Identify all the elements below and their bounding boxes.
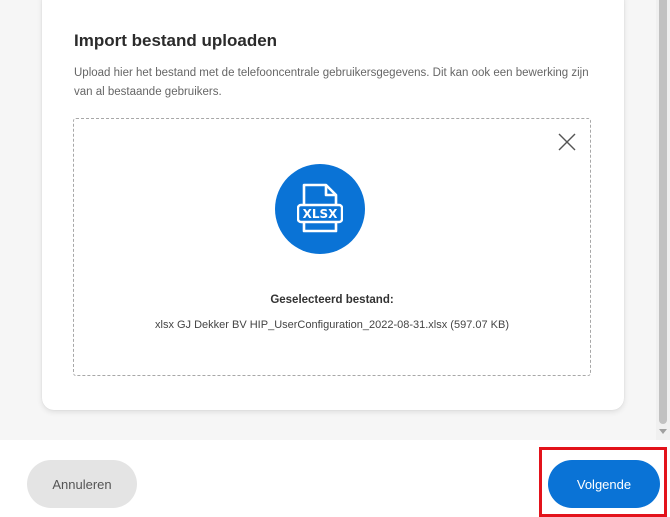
cancel-button[interactable]: Annuleren [27, 460, 137, 508]
xlsx-file-icon: XLSX [297, 183, 343, 233]
card-title: Import bestand uploaden [74, 31, 278, 50]
dialog-footer: Annuleren Volgende [0, 440, 670, 517]
vertical-scrollbar[interactable] [656, 0, 670, 440]
card-description: Upload hier het bestand met de telefoonc… [74, 67, 589, 98]
scrollbar-thumb[interactable] [659, 0, 667, 424]
selected-file-label: Geselecteerd bestand: [270, 294, 394, 306]
file-type-label: XLSX [303, 207, 339, 221]
dialog-scroll-area: Import bestand uploaden Upload hier het … [0, 0, 656, 440]
file-icon-circle: XLSX [275, 164, 365, 254]
remove-file-button[interactable] [554, 129, 580, 155]
selected-file-name: xlsx GJ Dekker BV HIP_UserConfiguration_… [155, 319, 509, 331]
next-button[interactable]: Volgende [548, 460, 660, 508]
upload-card: Import bestand uploaden Upload hier het … [42, 0, 624, 410]
scroll-down-arrow-icon[interactable] [659, 429, 667, 434]
file-dropzone[interactable]: XLSX Geselecteerd bestand: xlsx GJ Dekke… [73, 118, 591, 376]
close-icon [558, 133, 576, 151]
